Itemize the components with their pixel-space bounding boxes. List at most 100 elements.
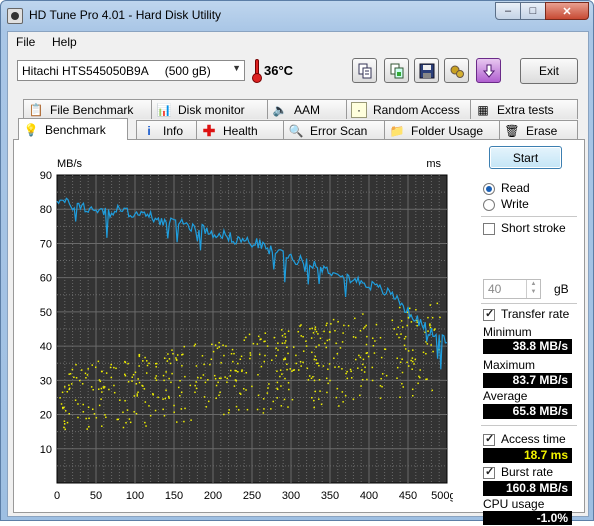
access-time-point (315, 359, 317, 361)
access-time-point (309, 328, 311, 330)
access-time-point (327, 368, 329, 371)
short-stroke-input[interactable]: 40 ▲ ▼ (483, 279, 541, 299)
access-time-point (397, 326, 399, 329)
access-time-point (100, 370, 103, 373)
tab-benchmark[interactable]: 💡 Benchmark (18, 118, 128, 140)
access-time-point (177, 386, 180, 389)
start-button[interactable]: Start (489, 146, 562, 169)
access-time-point (215, 384, 218, 387)
tab-erase[interactable]: 🗑 Erase (499, 120, 578, 140)
access-time-point (105, 416, 107, 419)
access-time-point (82, 403, 84, 406)
access-time-point (66, 421, 69, 424)
access-time-point (305, 345, 308, 347)
access-time-point (291, 398, 294, 401)
thermometer-icon (252, 59, 262, 83)
access-time-point (63, 426, 65, 429)
access-time-point (134, 371, 137, 374)
access-time-point (347, 324, 350, 327)
read-radio[interactable] (483, 183, 495, 195)
minimize-button[interactable]: – (495, 2, 521, 20)
write-radio[interactable] (483, 199, 495, 211)
access-time-point (230, 369, 232, 372)
access-time-point (422, 351, 425, 354)
average-label: Average (483, 389, 528, 403)
menu-file[interactable]: File (16, 35, 35, 49)
access-time-point (401, 326, 404, 328)
transfer-rate-checkbox[interactable] (483, 307, 495, 321)
access-time-point (365, 343, 368, 346)
access-time-checkbox[interactable] (483, 432, 495, 446)
burst-rate-checkbox[interactable] (483, 465, 495, 479)
tab-folder-usage[interactable]: 📁 Folder Usage (384, 120, 500, 140)
copy-info-button[interactable] (352, 58, 377, 83)
access-time-point (227, 412, 230, 414)
maximum-value: 83.7 MB/s (483, 373, 572, 388)
download-button[interactable] (476, 58, 501, 83)
tab-health[interactable]: ✚ Health (196, 120, 284, 140)
access-time-point (431, 389, 433, 392)
x-tick-label: 0 (54, 490, 60, 502)
access-time-point (172, 352, 174, 355)
access-time-point (315, 346, 317, 348)
file-benchmark-icon: 📋 (28, 102, 44, 117)
tab-aam[interactable]: 🔈 AAM (267, 99, 347, 119)
benchmark-controls: Start Read Write Short stroke 40 ▲▼ gB T… (477, 140, 582, 525)
short-stroke-checkbox[interactable] (483, 223, 495, 235)
access-time-point (263, 360, 266, 363)
access-time-point (248, 333, 251, 336)
tab-random-access[interactable]: · Random Access (346, 99, 471, 119)
x-tick-label: 300 (282, 490, 300, 502)
access-time-point (266, 392, 269, 394)
access-time-point (232, 360, 234, 363)
copy-screenshot-icon (390, 63, 403, 78)
access-time-point (263, 408, 265, 410)
access-time-point (168, 358, 171, 360)
access-time-point (110, 363, 112, 366)
access-time-point (337, 320, 339, 323)
access-time-point (132, 373, 135, 376)
access-time-point (396, 366, 399, 369)
access-time-point (63, 386, 66, 388)
access-time-point (318, 379, 321, 381)
access-time-point (94, 366, 97, 369)
spinner-arrows-icon[interactable]: ▲ ▼ (526, 280, 540, 298)
access-time-point (218, 341, 220, 344)
x-tick-label: 150 (165, 490, 183, 502)
access-time-point (258, 353, 261, 356)
access-time-point (124, 399, 126, 402)
average-value: 65.8 MB/s (483, 404, 572, 419)
access-time-point (341, 391, 344, 393)
access-time-point (84, 372, 87, 375)
access-time-point (165, 389, 167, 391)
tab-error-scan[interactable]: 🔍 Error Scan (283, 120, 385, 140)
minimum-label: Minimum (483, 325, 532, 339)
access-time-point (416, 324, 418, 327)
access-time-point (222, 344, 224, 347)
access-time-point (371, 366, 374, 369)
access-time-point (86, 428, 88, 430)
drive-select[interactable]: Hitachi HTS545050B9A (500 gB) ▼ (17, 60, 245, 81)
access-time-point (75, 377, 78, 379)
options-button[interactable] (444, 58, 469, 83)
copy-screenshot-button[interactable] (384, 58, 409, 83)
access-time-point (359, 394, 361, 397)
close-button[interactable]: ✕ (545, 2, 589, 20)
access-time-point (276, 388, 279, 391)
exit-button[interactable]: Exit (520, 58, 578, 84)
access-time-point (171, 349, 173, 351)
tab-extra-tests[interactable]: ▦ Extra tests (470, 99, 578, 119)
menu-help[interactable]: Help (52, 35, 77, 49)
access-time-point (138, 353, 141, 356)
tab-info[interactable]: i Info (136, 120, 197, 140)
tab-disk-monitor[interactable]: 📊 Disk monitor (151, 99, 268, 119)
access-time-point (93, 413, 96, 415)
access-time-point (164, 397, 167, 400)
access-time-point (306, 367, 309, 370)
access-time-point (367, 355, 370, 358)
tab-file-benchmark[interactable]: 📋 File Benchmark (23, 99, 152, 119)
save-button[interactable] (414, 58, 439, 83)
maximize-button[interactable]: □ (520, 2, 546, 20)
title-bar[interactable]: HD Tune Pro 4.01 - Hard Disk Utility – □… (1, 1, 593, 31)
access-time-point (219, 391, 221, 394)
